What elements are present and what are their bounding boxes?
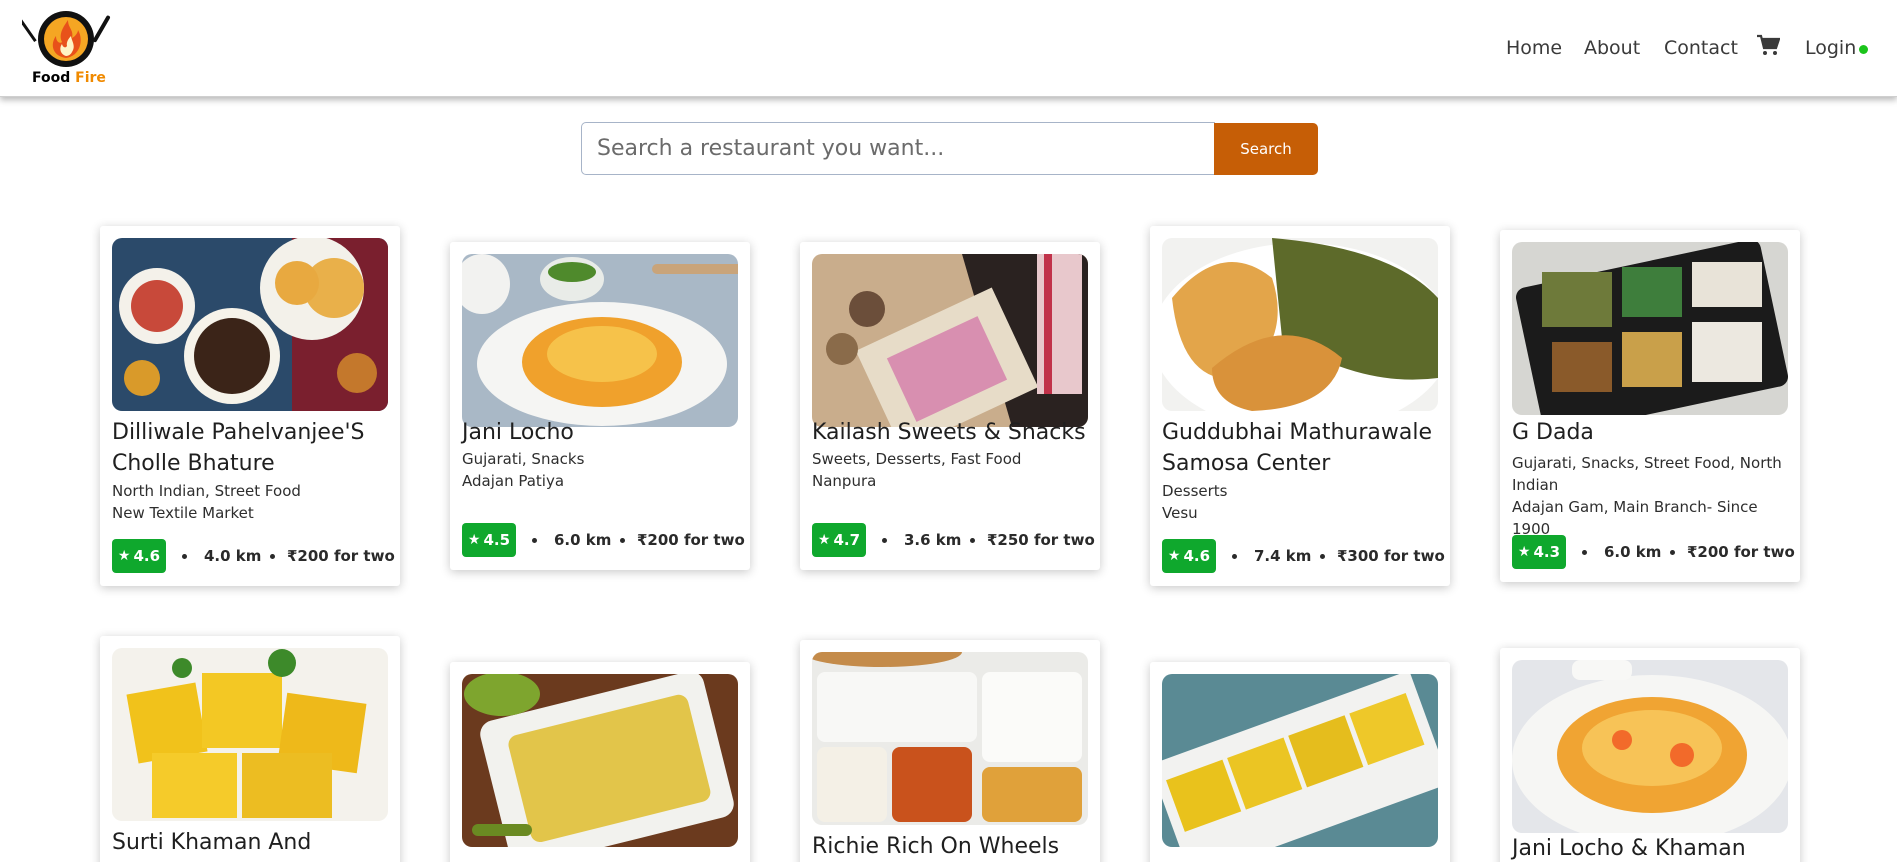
restaurant-cuisines: Gujarati, Snacks	[462, 450, 585, 468]
rating-badge: ★ 4.3	[1512, 535, 1566, 569]
restaurant-area: Nanpura	[812, 472, 877, 490]
restaurant-image	[1512, 242, 1788, 415]
online-status-dot	[1859, 45, 1868, 54]
restaurant-card[interactable]: Kailash Sweets & Snacks Sweets, Desserts…	[800, 242, 1100, 570]
restaurant-cost: ₹200 for two	[287, 547, 395, 565]
restaurant-card[interactable]: Dilliwale Pahelvanjee'S Cholle Bhature N…	[100, 226, 400, 586]
restaurant-distance: 7.4 km	[1254, 547, 1312, 565]
rating-badge: ★ 4.7	[812, 523, 866, 557]
restaurant-image	[112, 238, 388, 411]
restaurant-cuisines: North Indian, Street Food	[112, 482, 301, 500]
restaurant-name: Dilliwale Pahelvanjee'S Cholle Bhature	[112, 420, 365, 476]
restaurant-image	[812, 652, 1088, 825]
restaurant-name: G Dada	[1512, 420, 1594, 445]
star-icon: ★	[467, 532, 481, 548]
restaurant-cost: ₹200 for two	[637, 531, 745, 549]
restaurant-cuisines: Gujarati, Snacks, Street Food, North Ind…	[1512, 454, 1782, 494]
restaurant-distance: 6.0 km	[554, 531, 612, 549]
restaurant-image	[1162, 674, 1438, 847]
separator-dot	[970, 538, 975, 543]
rating-value: 4.6	[133, 547, 161, 565]
restaurant-image	[462, 254, 738, 427]
restaurant-name: Guddubhai Mathurawale Samosa Center	[1162, 420, 1432, 476]
restaurant-card[interactable]: Jani Locho Gujarati, Snacks Adajan Patiy…	[450, 242, 750, 570]
nav-about-link[interactable]: About	[1584, 37, 1640, 59]
nav-home-link[interactable]: Home	[1506, 37, 1562, 59]
restaurant-card[interactable]: Guddubhai Mathurawale Samosa Center Dess…	[1150, 226, 1450, 586]
brand-name: Food Fire	[32, 70, 106, 86]
rating-value: 4.5	[483, 531, 511, 549]
brand-word-1: Food	[32, 70, 71, 86]
separator-dot	[882, 538, 887, 543]
restaurant-card[interactable]	[450, 662, 750, 862]
separator-dot	[182, 554, 187, 559]
rating-value: 4.6	[1183, 547, 1211, 565]
restaurant-cost: ₹300 for two	[1337, 547, 1445, 565]
restaurant-meta: ★ 4.7 3.6 km ₹250 for two	[812, 523, 1095, 557]
restaurant-meta: ★ 4.3 6.0 km ₹200 for two	[1512, 535, 1795, 569]
restaurant-image	[462, 674, 738, 847]
restaurant-cost: ₹200 for two	[1687, 543, 1795, 561]
rating-value: 4.3	[1533, 543, 1561, 561]
rating-badge: ★ 4.5	[462, 523, 516, 557]
search-input[interactable]	[581, 122, 1215, 175]
rating-badge: ★ 4.6	[1162, 539, 1216, 573]
restaurant-image	[1512, 660, 1788, 833]
nav-contact-link[interactable]: Contact	[1664, 37, 1738, 59]
brand-word-2: Fire	[75, 70, 106, 86]
star-icon: ★	[1517, 544, 1531, 560]
restaurant-cuisines: Desserts	[1162, 482, 1228, 500]
restaurant-card[interactable]	[1150, 662, 1450, 862]
rating-badge: ★ 4.6	[112, 539, 166, 573]
restaurant-image	[1162, 238, 1438, 411]
star-icon: ★	[1167, 548, 1181, 564]
separator-dot	[270, 554, 275, 559]
restaurant-card[interactable]: G Dada Gujarati, Snacks, Street Food, No…	[1500, 230, 1800, 582]
restaurant-area: Vesu	[1162, 504, 1198, 522]
restaurant-meta: ★ 4.5 6.0 km ₹200 for two	[462, 523, 745, 557]
separator-dot	[1320, 554, 1325, 559]
star-icon: ★	[117, 548, 131, 564]
cart-icon[interactable]	[1756, 34, 1781, 56]
nav-login-link[interactable]: Login	[1805, 37, 1856, 59]
restaurant-image	[812, 254, 1088, 427]
restaurant-area: Adajan Patiya	[462, 472, 565, 490]
restaurant-image	[112, 648, 388, 821]
separator-dot	[532, 538, 537, 543]
restaurant-meta: ★ 4.6 7.4 km ₹300 for two	[1162, 539, 1445, 573]
restaurant-name: Kailash Sweets & Snacks	[812, 420, 1086, 445]
restaurant-name: Jani Locho & Khaman	[1512, 836, 1746, 861]
restaurant-distance: 6.0 km	[1604, 543, 1662, 561]
separator-dot	[1670, 550, 1675, 555]
rating-value: 4.7	[833, 531, 861, 549]
restaurant-name: Richie Rich On Wheels	[812, 834, 1060, 859]
separator-dot	[620, 538, 625, 543]
search-button[interactable]: Search	[1214, 123, 1318, 175]
restaurant-area: New Textile Market	[112, 504, 254, 522]
restaurant-card[interactable]: Surti Khaman And Farsan	[100, 636, 400, 862]
star-icon: ★	[817, 532, 831, 548]
restaurant-card[interactable]: Richie Rich On Wheels	[800, 640, 1100, 862]
restaurant-meta: ★ 4.6 4.0 km ₹200 for two	[112, 539, 395, 573]
restaurant-distance: 3.6 km	[904, 531, 962, 549]
separator-dot	[1232, 554, 1237, 559]
restaurant-card[interactable]: Jani Locho & Khaman	[1500, 648, 1800, 862]
restaurant-name: Surti Khaman And Farsan	[112, 830, 312, 862]
restaurant-distance: 4.0 km	[204, 547, 262, 565]
restaurant-cuisines: Sweets, Desserts, Fast Food	[812, 450, 1022, 468]
restaurant-cost: ₹250 for two	[987, 531, 1095, 549]
top-navbar: Food Fire Home About Contact Login	[0, 0, 1897, 97]
separator-dot	[1582, 550, 1587, 555]
restaurant-area: Adajan Gam, Main Branch- Since 1900	[1512, 498, 1758, 538]
restaurant-name: Jani Locho	[462, 420, 574, 445]
